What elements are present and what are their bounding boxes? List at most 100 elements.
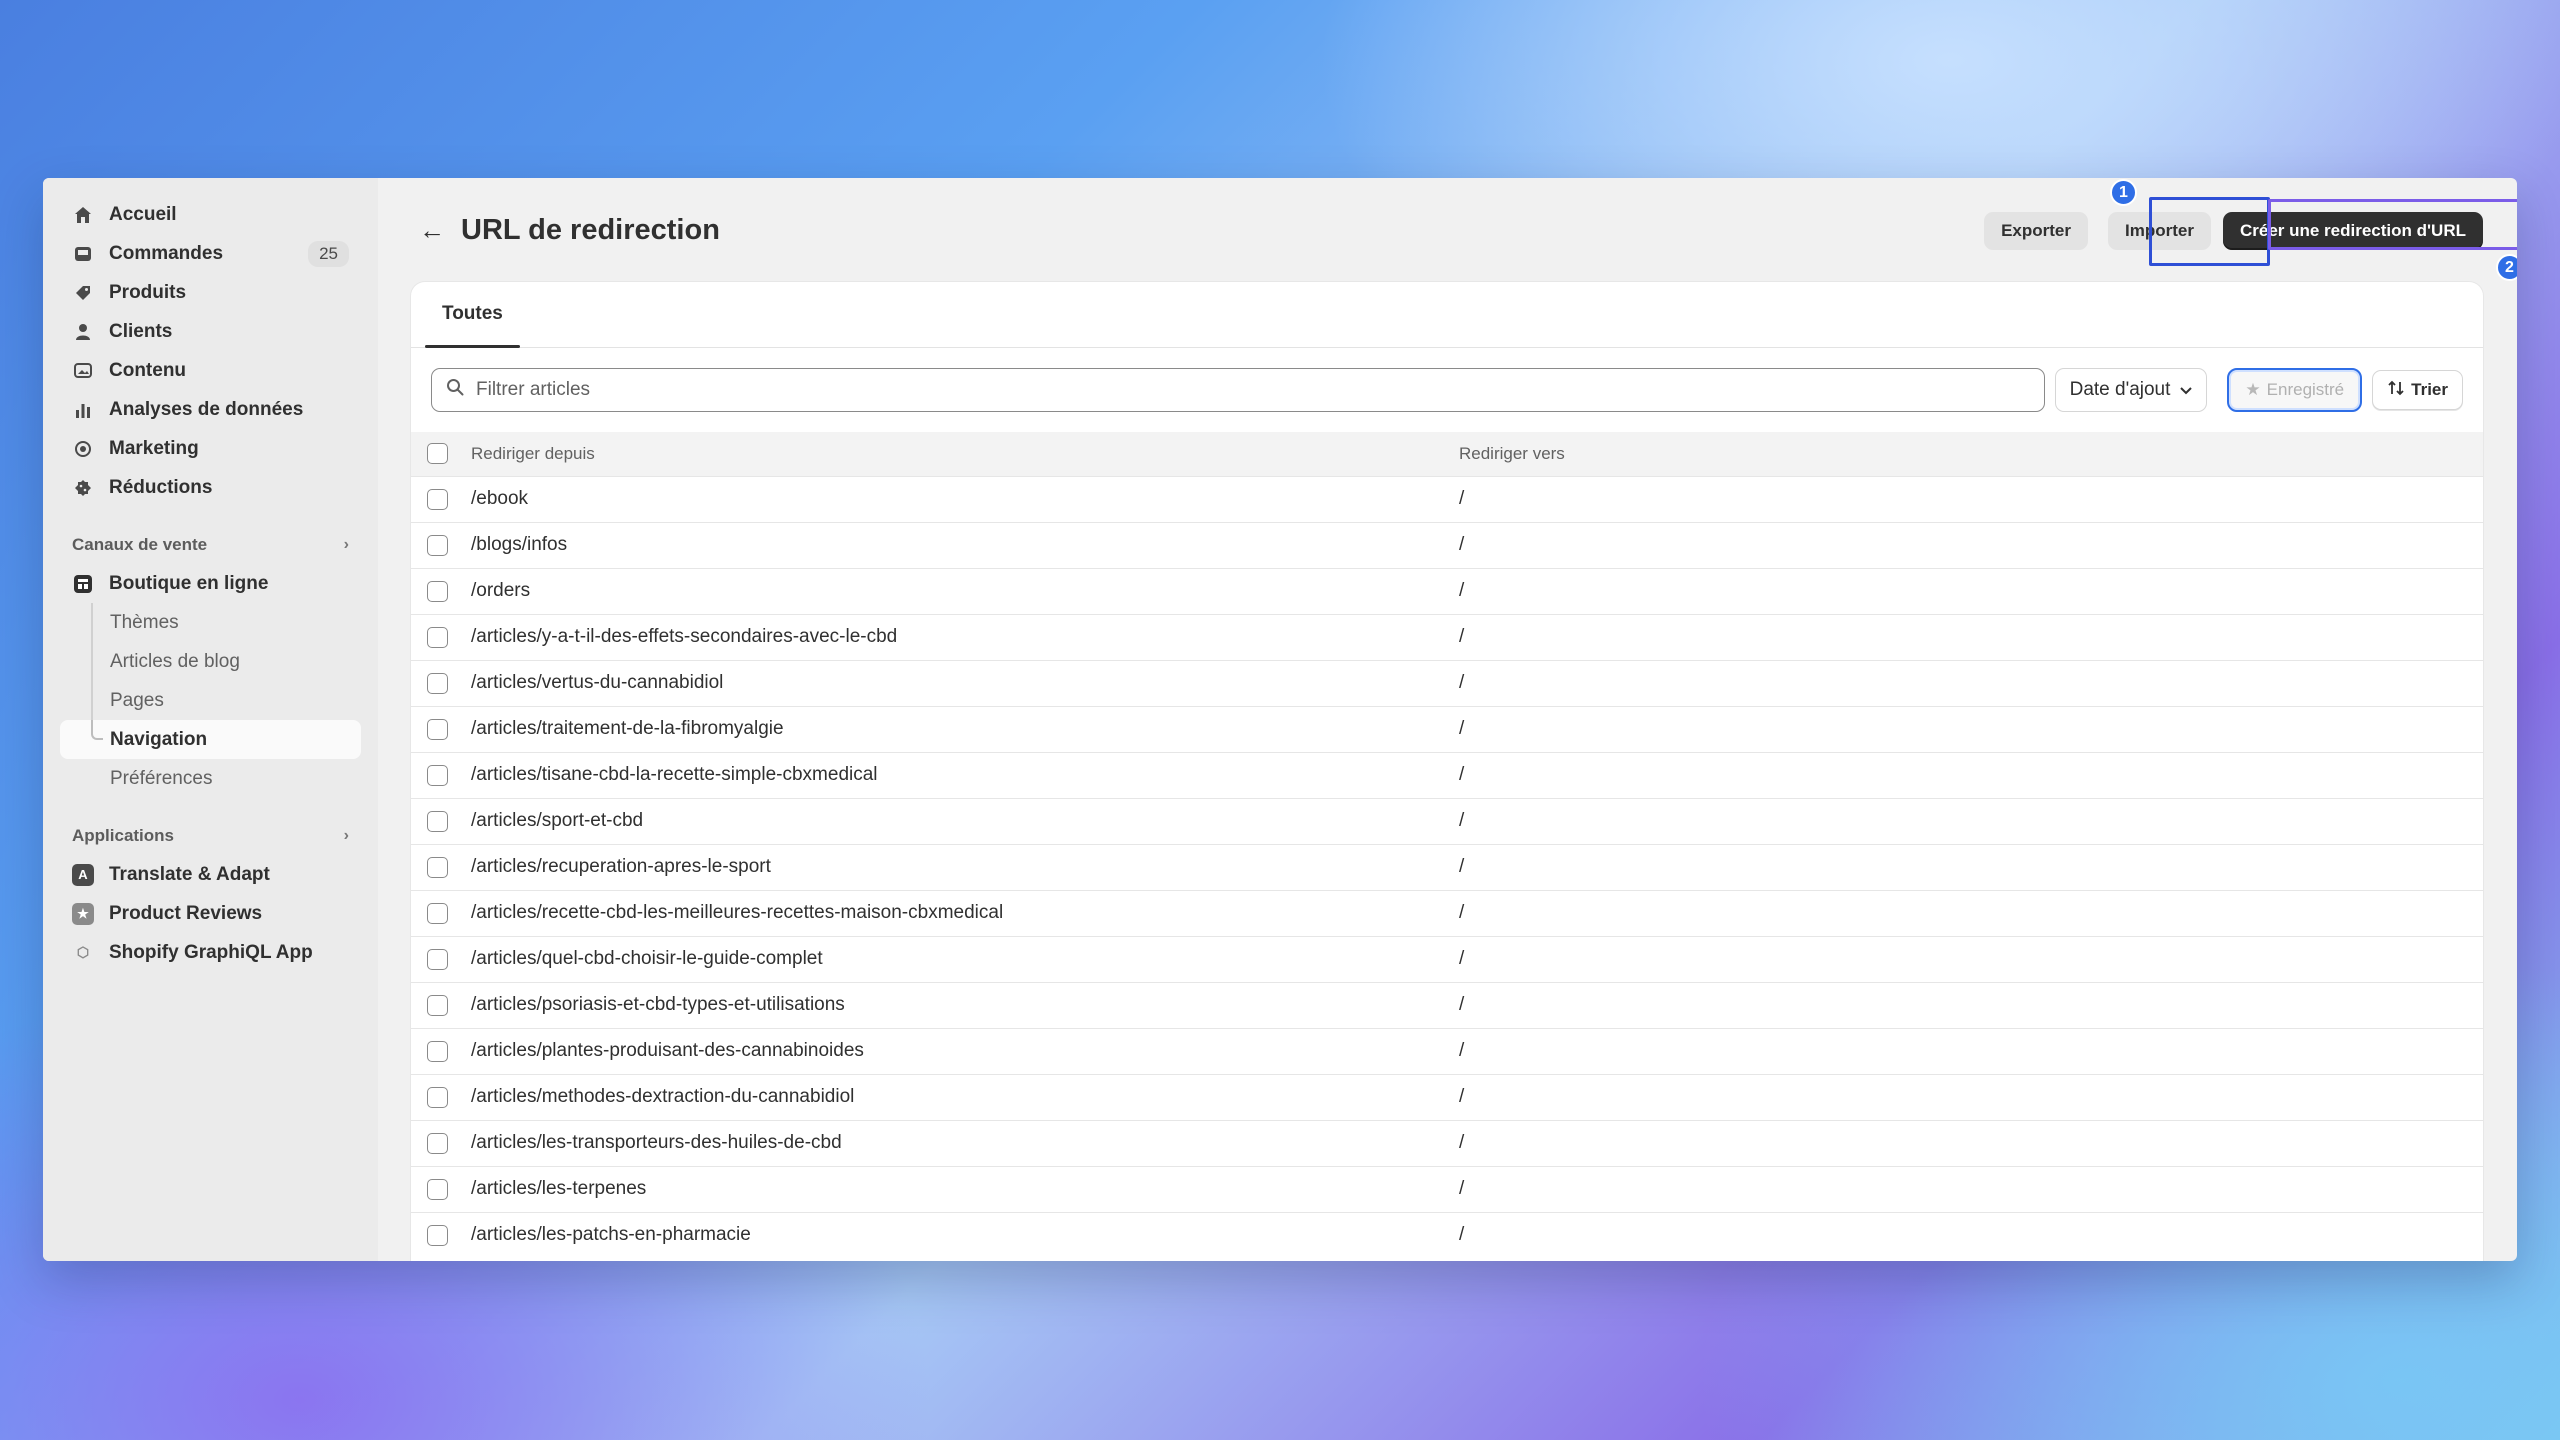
sidebar-subitem-navigation[interactable]: Navigation (60, 720, 361, 759)
dropdown-label: Date d'ajout (2069, 379, 2171, 400)
redirect-from-cell: /articles/recuperation-apres-le-sport (471, 856, 771, 877)
row-checkbox[interactable] (427, 580, 448, 602)
table-row[interactable]: /articles/plantes-produisant-des-cannabi… (411, 1028, 2483, 1074)
date-added-dropdown[interactable]: Date d'ajout (2054, 368, 2208, 412)
row-checkbox[interactable] (427, 718, 448, 740)
redirect-to-cell: / (1459, 1132, 1465, 1153)
sidebar-app-translate[interactable]: A Translate & Adapt (60, 855, 361, 894)
sidebar-subitem-articles[interactable]: Articles de blog (60, 642, 361, 681)
row-checkbox[interactable] (427, 902, 448, 924)
redirect-from-cell: /ebook (471, 488, 529, 509)
sort-icon (2387, 380, 2405, 401)
page-title: URL de redirection (461, 213, 720, 246)
row-checkbox[interactable] (427, 488, 448, 510)
sidebar-item-label: Produits (109, 281, 187, 303)
table-row[interactable]: /blogs/infos / (411, 522, 2483, 568)
column-header-from[interactable]: Rediriger depuis (471, 432, 1459, 476)
search-icon (446, 378, 464, 402)
back-arrow-icon[interactable]: ← (419, 215, 445, 246)
row-select-cell (411, 1166, 471, 1212)
export-button[interactable]: Exporter (1984, 212, 2088, 250)
redirect-to-cell: / (1459, 488, 1465, 509)
table-row[interactable]: /articles/sport-et-cbd / (411, 798, 2483, 844)
row-select-cell (411, 706, 471, 752)
sales-channels-heading[interactable]: Canaux de vente › (60, 525, 361, 564)
select-all-checkbox[interactable] (427, 443, 448, 465)
home-icon (72, 204, 94, 226)
table-row[interactable]: /articles/traitement-de-la-fibromyalgie / (411, 706, 2483, 752)
table-row[interactable]: /orders / (411, 568, 2483, 614)
step-marker-1: 1 (2110, 179, 2137, 206)
row-checkbox[interactable] (427, 1040, 448, 1062)
row-checkbox[interactable] (427, 948, 448, 970)
column-header-to[interactable]: Rediriger vers (1459, 432, 2483, 476)
sidebar-app-reviews[interactable]: ★ Product Reviews (60, 894, 361, 933)
redirect-to-cell: / (1459, 672, 1465, 693)
sidebar-subitem-preferences[interactable]: Préférences (60, 759, 361, 798)
table-row[interactable]: /articles/quel-cbd-choisir-le-guide-comp… (411, 936, 2483, 982)
applications-heading[interactable]: Applications › (60, 816, 361, 855)
chevron-down-icon (2180, 382, 2193, 398)
table-row[interactable]: /articles/methodes-dextraction-du-cannab… (411, 1074, 2483, 1120)
redirect-to-cell: / (1459, 1224, 1465, 1246)
sidebar-item-produits[interactable]: Produits (60, 273, 361, 312)
sidebar-item-clients[interactable]: Clients (60, 312, 361, 351)
sidebar-item-marketing[interactable]: Marketing (60, 429, 361, 468)
row-checkbox[interactable] (427, 672, 448, 694)
table-row[interactable]: /articles/vertus-du-cannabidiol / (411, 660, 2483, 706)
redirect-from-cell: /articles/plantes-produisant-des-cannabi… (471, 1040, 864, 1061)
sidebar-subitem-pages[interactable]: Pages (60, 681, 361, 720)
chevron-right-icon: › (343, 535, 349, 553)
sidebar-item-contenu[interactable]: Contenu (60, 351, 361, 390)
table-header-row: Rediriger depuis Rediriger vers (411, 432, 2483, 476)
row-select-cell (411, 614, 471, 660)
row-checkbox[interactable] (427, 1086, 448, 1108)
table-row[interactable]: /articles/tisane-cbd-la-recette-simple-c… (411, 752, 2483, 798)
table-row[interactable]: /articles/les-patchs-en-pharmacie / (411, 1212, 2483, 1258)
row-checkbox[interactable] (427, 1132, 448, 1154)
row-checkbox[interactable] (427, 856, 448, 878)
redirect-from-cell: /blogs/infos (471, 534, 568, 555)
redirects-table: Rediriger depuis Rediriger vers /ebook / /… (411, 432, 2483, 1258)
redirect-from-cell: /articles/sport-et-cbd (471, 810, 644, 831)
row-checkbox[interactable] (427, 810, 448, 832)
search-input[interactable]: Filtrer articles (431, 368, 2045, 412)
sidebar-item-label: Réductions (109, 476, 213, 498)
sidebar-item-commandes[interactable]: Commandes 25 (60, 234, 361, 273)
sidebar-item-label: Boutique en ligne (109, 572, 269, 594)
row-checkbox[interactable] (427, 534, 448, 556)
sort-button[interactable]: Trier (2372, 370, 2463, 410)
redirect-to-cell: / (1459, 856, 1465, 877)
sidebar-app-graphiql[interactable]: ⬡ Shopify GraphiQL App (60, 933, 361, 972)
sidebar-item-label: Marketing (109, 437, 199, 459)
table-row[interactable]: /articles/les-terpenes / (411, 1166, 2483, 1212)
table-row[interactable]: /articles/les-transporteurs-des-huiles-d… (411, 1120, 2483, 1166)
redirect-to-cell: / (1459, 1178, 1465, 1199)
redirect-to-cell: / (1459, 1086, 1465, 1107)
row-checkbox[interactable] (427, 1224, 448, 1246)
sidebar-item-reductions[interactable]: Réductions (60, 468, 361, 507)
row-select-cell (411, 798, 471, 844)
redirect-to-cell: / (1459, 534, 1465, 555)
sidebar-subitem-themes[interactable]: Thèmes (60, 603, 361, 642)
tab-bar: Toutes (411, 282, 2483, 348)
redirect-from-cell: /orders (471, 580, 531, 601)
table-row[interactable]: /articles/recette-cbd-les-meilleures-rec… (411, 890, 2483, 936)
sidebar-item-analyses[interactable]: Analyses de données (60, 390, 361, 429)
create-highlight-box (2268, 199, 2517, 250)
sidebar-item-boutique[interactable]: Boutique en ligne (60, 564, 361, 603)
redirect-from-cell: /articles/vertus-du-cannabidiol (471, 672, 724, 693)
sidebar-item-accueil[interactable]: Accueil (60, 195, 361, 234)
tab-toutes[interactable]: Toutes (425, 282, 520, 348)
sidebar-item-label: Contenu (109, 359, 187, 381)
table-row[interactable]: /articles/y-a-t-il-des-effets-secondaire… (411, 614, 2483, 660)
table-row[interactable]: /articles/psoriasis-et-cbd-types-et-util… (411, 982, 2483, 1028)
table-row[interactable]: /articles/recuperation-apres-le-sport / (411, 844, 2483, 890)
row-checkbox[interactable] (427, 764, 448, 786)
table-row[interactable]: /ebook / (411, 476, 2483, 522)
row-checkbox[interactable] (427, 626, 448, 648)
tag-icon (72, 282, 94, 304)
row-checkbox[interactable] (427, 1178, 448, 1200)
row-checkbox[interactable] (427, 994, 448, 1016)
saved-button[interactable]: ★ Enregistré (2227, 368, 2363, 412)
